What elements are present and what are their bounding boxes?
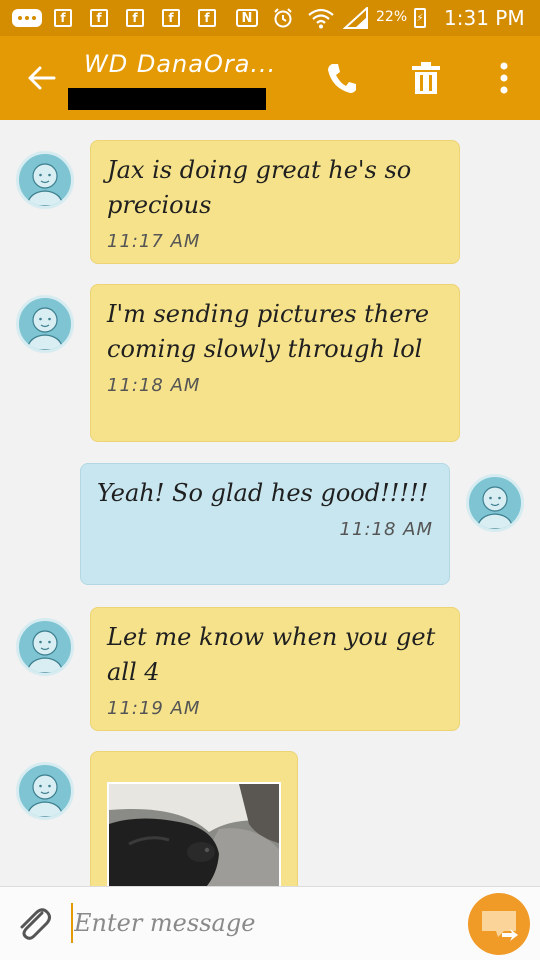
- text-cursor: [71, 903, 73, 943]
- trash-icon: [412, 62, 440, 94]
- nfc-icon: N: [236, 9, 258, 27]
- contact-avatar[interactable]: [16, 151, 74, 209]
- dog-photo-thumbnail: [109, 784, 279, 886]
- incoming-message-bubble[interactable]: Let me know when you get all 4 11:19 AM: [90, 607, 460, 731]
- message-composer: [0, 886, 540, 960]
- phone-icon: [328, 64, 356, 93]
- alarm-icon: [272, 8, 294, 28]
- send-button[interactable]: [468, 893, 530, 955]
- contact-avatar[interactable]: [16, 762, 74, 820]
- facebook-icon: f: [162, 9, 180, 27]
- conversation-thread[interactable]: Jax is doing great he's so precious 11:1…: [0, 120, 540, 886]
- delete-button[interactable]: [406, 58, 446, 98]
- contact-avatar[interactable]: [16, 295, 74, 353]
- status-bar: f f f f f N 22% ⚡ 1:31 PM: [0, 0, 540, 36]
- person-avatar-icon: [26, 630, 64, 673]
- person-avatar-icon: [26, 307, 64, 350]
- call-button[interactable]: [322, 58, 362, 98]
- message-timestamp: 11:18 AM: [107, 375, 201, 396]
- message-input[interactable]: [74, 901, 454, 945]
- facebook-icon: f: [198, 9, 216, 27]
- incoming-photo-bubble[interactable]: [90, 751, 298, 886]
- message-timestamp: 11:19 AM: [107, 698, 201, 719]
- more-vert-icon: [500, 62, 508, 94]
- contact-avatar[interactable]: [16, 618, 74, 676]
- signal-icon: [342, 7, 370, 29]
- facebook-icon: f: [126, 9, 144, 27]
- message-timestamp: 11:17 AM: [107, 231, 201, 252]
- attach-button[interactable]: [14, 903, 54, 943]
- message-text: Yeah! So glad hes good!!!!!: [97, 479, 429, 507]
- person-avatar-icon: [26, 774, 64, 817]
- redacted-phone-number: [68, 88, 266, 110]
- my-avatar[interactable]: [466, 474, 524, 532]
- photo-attachment[interactable]: [107, 782, 281, 886]
- status-time: 1:31 PM: [444, 6, 525, 30]
- contact-name: WD DanaOra...: [84, 50, 277, 78]
- message-text: I'm sending pictures there coming slowly…: [107, 300, 430, 363]
- message-text: Let me know when you get all 4: [107, 623, 436, 686]
- battery-percentage: 22%: [376, 9, 408, 25]
- send-icon: [482, 911, 518, 941]
- person-avatar-icon: [476, 486, 514, 529]
- facebook-icon: f: [54, 9, 72, 27]
- more-options-button[interactable]: [484, 58, 524, 98]
- facebook-icon: f: [90, 9, 108, 27]
- outgoing-message-bubble[interactable]: Yeah! So glad hes good!!!!! 11:18 AM: [80, 463, 450, 585]
- chat-icon: [12, 9, 42, 27]
- paperclip-icon: [20, 908, 51, 940]
- message-timestamp: 11:18 AM: [339, 519, 433, 540]
- back-arrow-icon: [28, 66, 56, 90]
- message-text: Jax is doing great he's so precious: [107, 156, 412, 219]
- incoming-message-bubble[interactable]: Jax is doing great he's so precious 11:1…: [90, 140, 460, 264]
- incoming-message-bubble[interactable]: I'm sending pictures there coming slowly…: [90, 284, 460, 442]
- person-avatar-icon: [26, 163, 64, 206]
- app-bar: WD DanaOra...: [0, 36, 540, 120]
- back-button[interactable]: [22, 58, 62, 98]
- battery-charging-icon: ⚡: [414, 8, 426, 28]
- wifi-icon: [306, 8, 336, 29]
